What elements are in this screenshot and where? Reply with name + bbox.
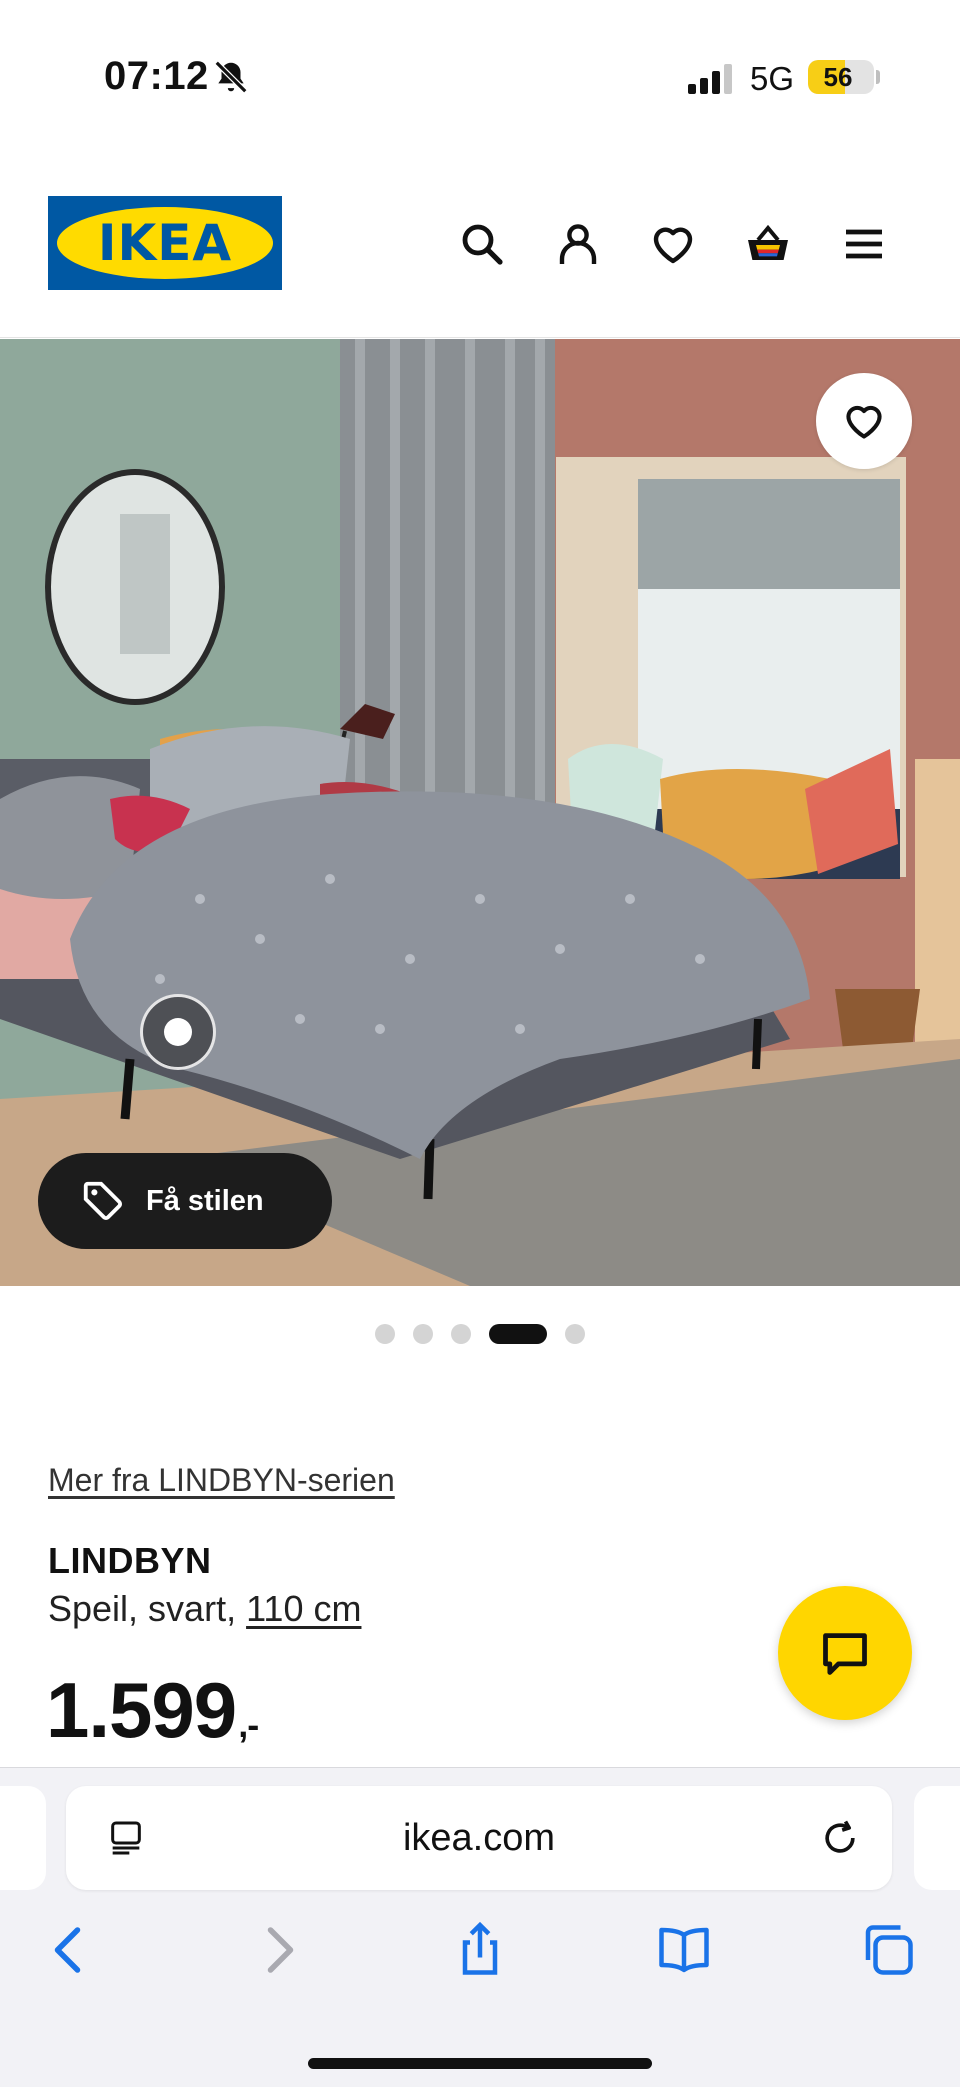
price-value: 1.599 xyxy=(46,1666,237,1754)
basket-icon[interactable] xyxy=(744,220,792,268)
menu-icon[interactable] xyxy=(840,220,888,268)
search-icon[interactable] xyxy=(458,220,506,268)
chat-icon xyxy=(823,1633,867,1675)
series-link[interactable]: Mer fra LINDBYN-serien xyxy=(48,1462,395,1499)
home-indicator xyxy=(308,2058,652,2069)
carousel-dot[interactable] xyxy=(451,1324,471,1344)
next-tab-preview[interactable] xyxy=(914,1786,960,1890)
previous-tab-preview[interactable] xyxy=(0,1786,46,1890)
carousel-pagination[interactable] xyxy=(0,1323,960,1345)
heart-icon[interactable] xyxy=(649,220,697,268)
address-bar[interactable]: ikea.com xyxy=(66,1786,892,1890)
bell-slash-icon xyxy=(214,60,248,94)
get-the-style-button[interactable]: Få stilen xyxy=(38,1153,332,1249)
product-hotspot[interactable] xyxy=(140,994,216,1070)
carousel-dot-active[interactable] xyxy=(489,1324,547,1344)
product-price: 1.599,- xyxy=(46,1665,259,1756)
description-text: Speil, svart, xyxy=(48,1588,247,1629)
browser-toolbar: ikea.com xyxy=(0,1767,960,2087)
heart-outline-icon xyxy=(846,405,882,439)
status-bar: 07:12 5G 56 xyxy=(0,0,960,150)
site-header: IKEA xyxy=(0,150,960,338)
product-image-carousel[interactable]: Få stilen xyxy=(0,339,960,1286)
carousel-dot[interactable] xyxy=(413,1324,433,1344)
signal-icon xyxy=(688,64,732,94)
carousel-dot[interactable] xyxy=(565,1324,585,1344)
price-suffix: ,- xyxy=(238,1704,259,1745)
product-name: LINDBYN xyxy=(48,1540,212,1581)
product-description: Speil, svart, 110 cm xyxy=(48,1588,361,1630)
logo-oval: IKEA xyxy=(57,207,273,279)
add-to-favourites-button[interactable] xyxy=(816,373,912,469)
hotspot-dot xyxy=(164,1018,192,1046)
forward-icon[interactable] xyxy=(248,1920,308,1980)
get-the-style-label: Få stilen xyxy=(146,1184,264,1217)
logo-text: IKEA xyxy=(97,214,233,272)
size-link[interactable]: 110 cm xyxy=(246,1588,361,1629)
reload-icon[interactable] xyxy=(818,1816,862,1860)
back-icon[interactable] xyxy=(40,1920,100,1980)
carousel-dot[interactable] xyxy=(375,1324,395,1344)
battery-level: 56 xyxy=(823,62,853,92)
chat-button[interactable] xyxy=(778,1586,912,1720)
ikea-logo[interactable]: IKEA xyxy=(48,196,282,290)
battery-cap xyxy=(876,70,880,84)
status-time: 07:12 xyxy=(104,54,209,98)
url-text: ikea.com xyxy=(402,1817,556,1859)
account-icon[interactable] xyxy=(554,220,602,268)
bookmarks-icon[interactable] xyxy=(654,1920,714,1980)
share-icon[interactable] xyxy=(450,1920,510,1980)
network-type: 5G xyxy=(750,60,795,97)
battery-indicator: 56 xyxy=(808,60,874,94)
tag-icon xyxy=(83,1181,122,1220)
bedroom-photo xyxy=(0,339,960,1286)
tabs-icon[interactable] xyxy=(858,1920,918,1980)
